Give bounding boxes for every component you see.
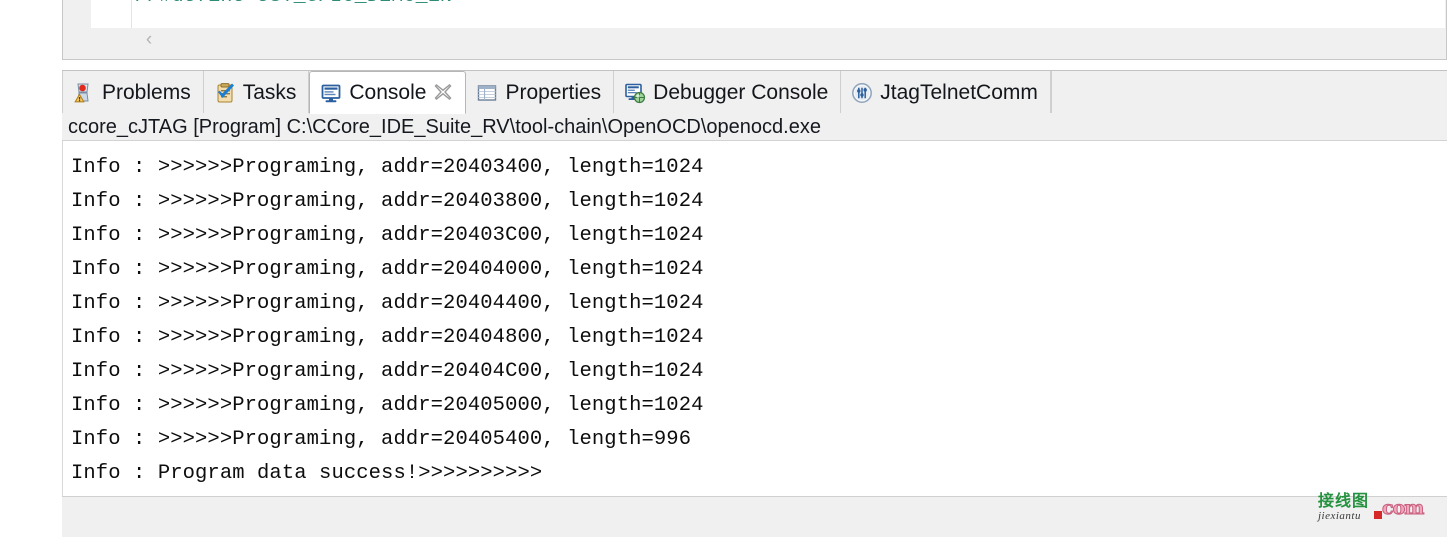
tab-jtag-telnet-comm[interactable]: JtagTelnetComm: [841, 71, 1051, 114]
console-view: Problems Tasks Console Properties Debugg…: [62, 70, 1447, 537]
console-line: Info : >>>>>>Programing, addr=20404C00, …: [71, 360, 704, 383]
jtag-telnet-comm-icon: [851, 82, 873, 104]
properties-icon: [476, 82, 498, 104]
tab-tasks-label: Tasks: [242, 81, 297, 104]
tab-console[interactable]: Console: [309, 71, 467, 114]
console-line: Info : >>>>>>Programing, addr=20405400, …: [71, 428, 692, 451]
problems-icon: [73, 82, 95, 104]
tab-jtag-telnet-comm-label: JtagTelnetComm: [880, 81, 1038, 104]
console-line: Info : >>>>>>Programing, addr=20403C00, …: [71, 224, 704, 247]
tab-console-label: Console: [349, 81, 427, 104]
editor-code-line: //#define UST_GPIO_DEMO_EN: [135, 0, 452, 8]
console-line: Info : Program data success!>>>>>>>>>>: [71, 462, 543, 485]
tab-properties-label: Properties: [505, 81, 602, 104]
code-editor-panel: //#define UST_GPIO_DEMO_EN ‹: [62, 0, 1447, 60]
console-bottom-strip: [62, 496, 1447, 537]
console-line: Info : >>>>>>Programing, addr=20404800, …: [71, 326, 704, 349]
tab-debugger-console-label: Debugger Console: [653, 81, 829, 104]
console-line: Info : >>>>>>Programing, addr=20403800, …: [71, 190, 704, 213]
editor-bottom-strip: [64, 28, 1445, 58]
tab-debugger-console[interactable]: Debugger Console: [614, 71, 842, 114]
console-line: Info : >>>>>>Programing, addr=20404400, …: [71, 292, 704, 315]
console-line: Info : >>>>>>Programing, addr=20403400, …: [71, 156, 704, 179]
debugger-console-icon: [624, 82, 646, 104]
tab-problems-label: Problems: [102, 81, 191, 104]
console-launch-title: ccore_cJTAG [Program] C:\CCore_IDE_Suite…: [68, 116, 821, 138]
tab-problems[interactable]: Problems: [62, 71, 204, 114]
tab-properties[interactable]: Properties: [466, 71, 615, 114]
tasks-icon: [214, 82, 236, 104]
editor-code-area[interactable]: //#define UST_GPIO_DEMO_EN: [132, 0, 1445, 28]
tab-tasks[interactable]: Tasks: [203, 71, 310, 114]
console-line: Info : >>>>>>Programing, addr=20404000, …: [71, 258, 704, 281]
editor-folding-column: [91, 0, 132, 28]
close-icon[interactable]: [433, 82, 453, 104]
console-line: Info : >>>>>>Programing, addr=20405000, …: [71, 394, 704, 417]
editor-gutter: [63, 0, 91, 28]
view-tab-bar: Problems Tasks Console Properties Debugg…: [62, 70, 1447, 114]
console-icon: [320, 82, 342, 104]
console-output-area[interactable]: Info : >>>>>>Programing, addr=20403400, …: [62, 141, 1447, 496]
chevron-left-icon[interactable]: ‹: [139, 28, 159, 52]
console-title-bar: ccore_cJTAG [Program] C:\CCore_IDE_Suite…: [62, 113, 1447, 141]
tab-bar-filler: [1050, 71, 1447, 114]
